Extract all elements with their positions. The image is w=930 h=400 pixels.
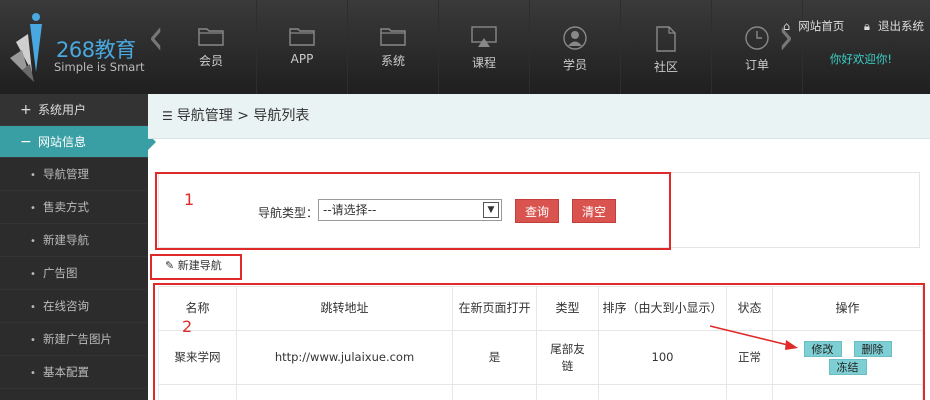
nav-app[interactable]: APP [257,0,348,94]
top-links: ⌂ 网站首页 🔒︎ 退出系统 [767,18,924,34]
bullet-icon: • [30,302,36,313]
nav-label: APP [290,52,314,66]
annotation-arrow-icon [709,325,798,350]
monitor-icon [471,26,497,47]
bullet-icon: • [30,203,36,214]
logout-link[interactable]: 🔒︎ 退出系统 [856,19,924,33]
annotation-number-2: 2 [182,317,193,336]
brand-subtitle: Simple is Smart [54,60,145,74]
nav-course[interactable]: 课程 [439,0,530,94]
clock-icon [745,26,769,50]
list-icon: ☰ [162,109,173,123]
folder-icon [198,28,224,46]
sidebar-item-new-nav[interactable]: • 新建导航 [0,224,148,257]
nav-label: 学员 [562,58,587,72]
annotation-box-2 [153,283,925,400]
bullet-icon: • [30,368,36,379]
nav-label: 会员 [198,54,223,68]
home-link[interactable]: ⌂ 网站首页 [775,19,844,33]
nav-member[interactable]: 会员 [166,0,257,94]
nav-type-select[interactable]: --请选择-- ▼ [318,199,502,221]
top-header: 268教育 Simple is Smart ‹ 会员 APP 系统 课程 学员 … [0,0,930,94]
bullet-icon: • [30,269,36,280]
nav-label: 订单 [744,58,769,72]
nav-label: 社区 [653,60,678,74]
user-icon [563,26,587,50]
left-bracket: ‹ [148,7,164,67]
nav-label: 系统 [380,54,405,68]
minus-icon: − [20,134,32,150]
folder-icon [380,28,406,46]
sidebar-item-banner[interactable]: • 广告图 [0,257,148,290]
nav-community[interactable]: 社区 [621,0,712,94]
home-icon: ⌂ [782,19,791,33]
sidebar: + 系统用户 − 网站信息 • 导航管理 • 售卖方式 • 新建导航 • 广告图 • 在线咨询… [0,94,156,400]
nav-label: 课程 [471,56,496,70]
sidebar-item-basic-config[interactable]: • 基本配置 [0,356,148,389]
sidebar-item-nav-manage[interactable]: • 导航管理 [0,158,148,191]
chevron-down-icon: ▼ [483,202,499,218]
clear-button[interactable]: 清空 [572,199,617,223]
breadcrumb-text: 导航管理 > 导航列表 [176,108,310,124]
bullet-icon: • [30,236,36,247]
sidebar-item-sale-mode[interactable]: • 售卖方式 [0,191,148,224]
plus-icon: + [20,102,32,118]
document-icon [656,26,676,52]
new-nav-button[interactable]: ✎ 新建导航 [160,257,227,277]
edit-icon: ✎ [165,259,175,272]
folder-icon [289,28,315,46]
right-bracket: › [778,7,794,67]
main-nav: 会员 APP 系统 课程 学员 社区 订单 [166,0,803,94]
annotation-number-1: 1 [184,190,195,209]
breadcrumb: ☰ 导航管理 > 导航列表 [148,94,930,139]
sidebar-group-site-info[interactable]: − 网站信息 [0,126,156,158]
logo-mark-icon [10,13,42,82]
bullet-icon: • [30,335,36,346]
bullet-icon: • [30,170,36,181]
nav-type-label: 导航类型： [258,206,319,220]
sidebar-item-online-consult[interactable]: • 在线咨询 [0,290,148,323]
sidebar-group-system-users[interactable]: + 系统用户 [0,94,148,126]
query-button[interactable]: 查询 [515,199,560,223]
logo[interactable]: 268教育 Simple is Smart [8,8,156,88]
lock-icon: 🔒︎ [863,19,870,33]
sidebar-item-new-banner[interactable]: • 新建广告图片 [0,323,148,356]
nav-student[interactable]: 学员 [530,0,621,94]
welcome-text: 你好欢迎你! [829,52,892,66]
nav-system[interactable]: 系统 [348,0,439,94]
